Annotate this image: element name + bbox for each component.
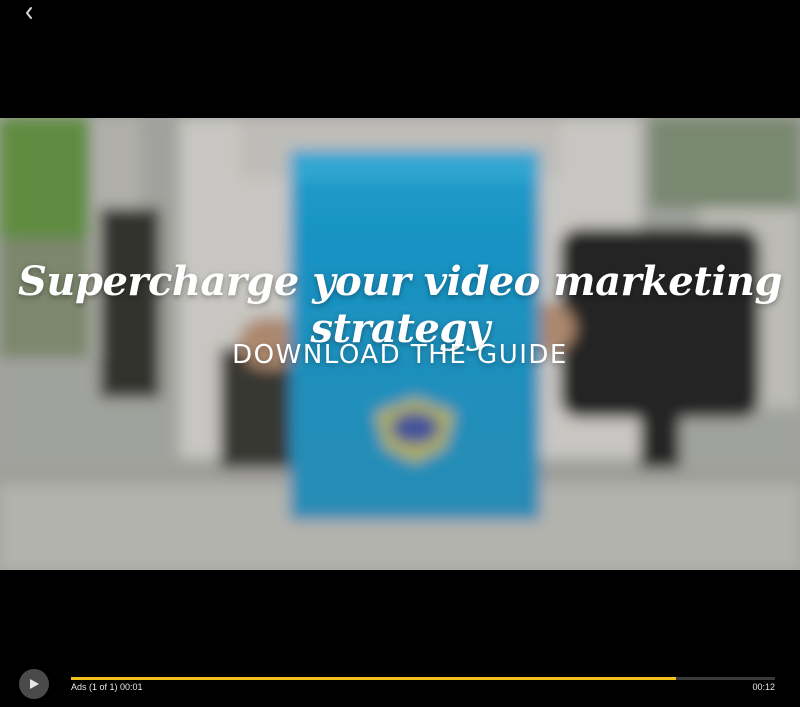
ads-counter-label: Ads (1 of 1) 00:01 [71,682,143,692]
chevron-left-icon [26,7,32,19]
video-frame[interactable]: Supercharge your video marketing strateg… [0,118,800,570]
video-player-screen: Supercharge your video marketing strateg… [0,0,800,707]
download-guide-link[interactable]: DOWNLOAD THE GUIDE [0,340,800,370]
video-headline: Supercharge your video marketing strateg… [18,258,782,352]
back-button[interactable] [18,2,40,24]
play-button[interactable] [19,669,49,699]
progress-bar[interactable] [71,677,775,680]
play-icon [30,679,39,689]
player-controls: Ads (1 of 1) 00:01 00:12 [0,662,800,707]
progress-fill [71,677,676,680]
duration-label: 00:12 [752,682,775,692]
